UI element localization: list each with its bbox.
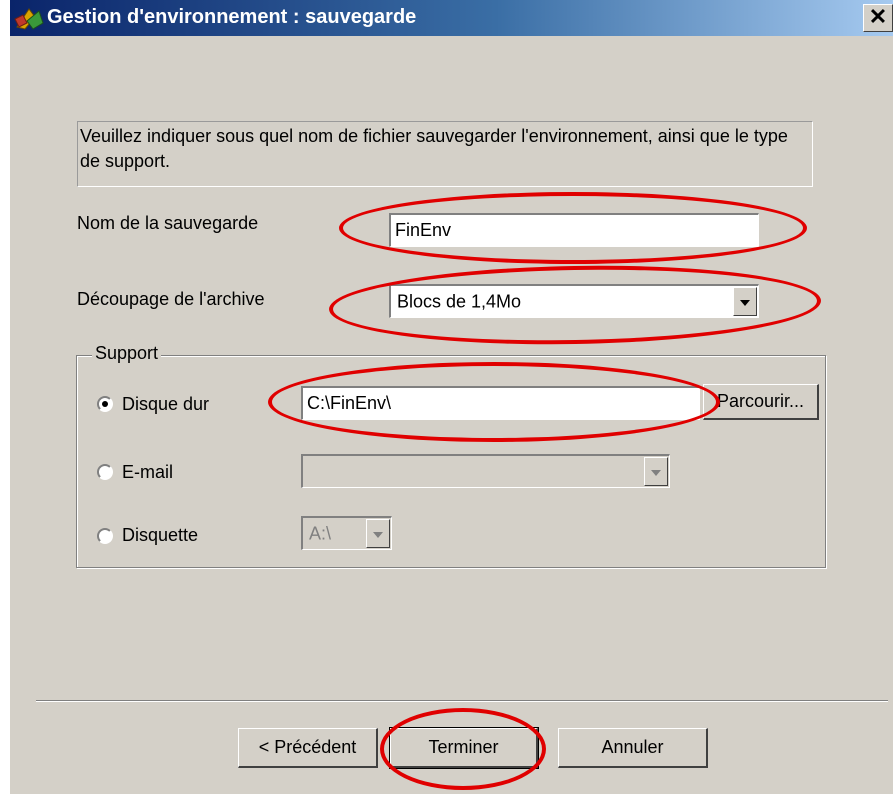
radio-hard-disk-label[interactable]: Disque dur	[122, 394, 209, 415]
chevron-down-icon[interactable]	[733, 287, 757, 316]
cancel-button[interactable]: Annuler	[558, 728, 708, 768]
window-title: Gestion d'environnement : sauvegarde	[47, 6, 417, 28]
finish-button[interactable]: Terminer	[389, 727, 539, 769]
close-button[interactable]: ✕	[863, 4, 893, 32]
chevron-down-icon[interactable]	[366, 519, 390, 548]
footer-separator	[36, 700, 888, 702]
archive-split-label: Découpage de l'archive	[77, 289, 265, 309]
title-bar: Gestion d'environnement : sauvegarde ✕	[10, 0, 893, 36]
backup-name-input[interactable]	[389, 213, 759, 247]
hard-disk-path-input[interactable]	[301, 386, 700, 420]
radio-hard-disk[interactable]	[97, 396, 113, 412]
radio-floppy[interactable]	[97, 528, 113, 544]
radio-email-label[interactable]: E-mail	[122, 462, 173, 483]
support-legend: Support	[92, 343, 162, 364]
app-icon	[14, 8, 44, 30]
radio-email[interactable]	[97, 464, 113, 480]
instruction-text: Veuillez indiquer sous quel nom de fichi…	[77, 121, 813, 187]
backup-name-label: Nom de la sauvegarde	[77, 213, 259, 233]
radio-floppy-label[interactable]: Disquette	[122, 525, 198, 546]
previous-button[interactable]: < Précédent	[238, 728, 378, 768]
floppy-drive-value: A:\	[309, 523, 332, 543]
email-dropdown[interactable]	[301, 454, 670, 488]
floppy-drive-dropdown[interactable]: A:\	[301, 516, 392, 550]
radio-selected-dot	[102, 401, 108, 407]
chevron-down-icon[interactable]	[644, 457, 668, 486]
archive-split-dropdown[interactable]: Blocs de 1,4Mo	[389, 284, 759, 318]
close-icon: ✕	[868, 4, 888, 29]
browse-button[interactable]: Parcourir...	[703, 384, 819, 420]
archive-split-value: Blocs de 1,4Mo	[397, 291, 522, 311]
dialog-body: Veuillez indiquer sous quel nom de fichi…	[10, 36, 893, 794]
